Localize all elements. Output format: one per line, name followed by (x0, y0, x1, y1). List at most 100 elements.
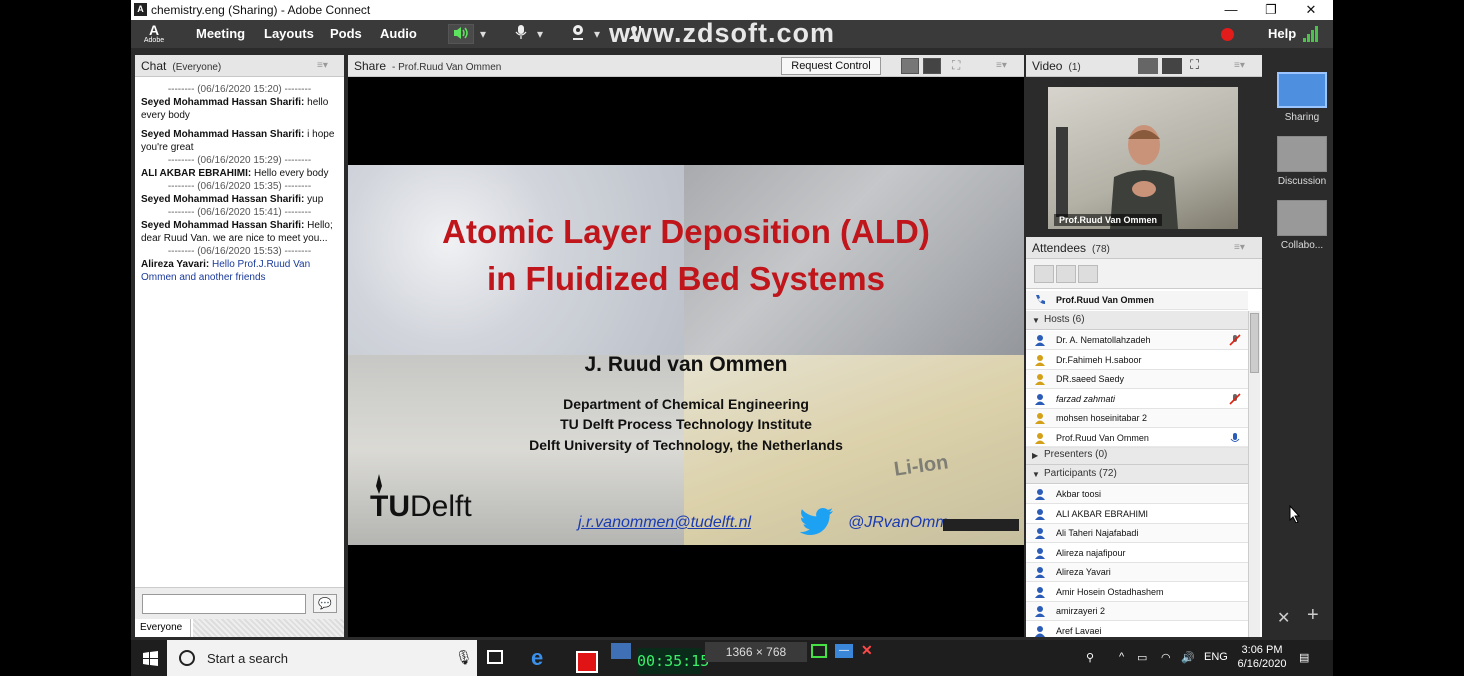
chat-message: Seyed Mohammad Hassan Sharifi: Hello; de… (141, 220, 333, 244)
grid-view-icon[interactable] (1138, 58, 1158, 74)
host-row[interactable]: mohsen hoseinitabar 2 (1026, 409, 1248, 428)
recording-timer: 00:35:15 (637, 648, 709, 674)
wifi-icon[interactable]: ◠ (1161, 651, 1171, 664)
fit-screen-icon[interactable] (923, 58, 941, 74)
fullscreen-icon[interactable]: ⛶ (952, 58, 960, 73)
notifications-icon[interactable]: ▤ (1299, 651, 1309, 664)
participant-icon (1035, 489, 1045, 500)
participant-row[interactable]: Alireza najafipour (1026, 544, 1248, 563)
clock[interactable]: 3:06 PM 6/16/2020 (1237, 643, 1287, 671)
webcam-feed: Prof.Ruud Van Ommen (1048, 87, 1238, 229)
layout-discussion[interactable]: Discussion (1276, 136, 1328, 187)
adobe-logo: A Adobe (143, 22, 165, 44)
pod-options-icon[interactable]: ≡▾ (1234, 60, 1248, 72)
camera-icon[interactable] (611, 643, 631, 659)
slide-title-line1: Atomic Layer Deposition (ALD) (442, 213, 930, 250)
battery-icon[interactable]: ▭ (1137, 651, 1147, 664)
edge-browser-icon[interactable]: e (531, 645, 543, 671)
close-recorder-icon[interactable]: ✕ (861, 642, 877, 658)
chat-tab-everyone[interactable]: Everyone (135, 619, 191, 637)
participant-icon (1035, 625, 1045, 637)
slide-email-link[interactable]: j.r.vanommen@tudelft.nl (578, 514, 751, 532)
cortana-icon (179, 650, 195, 666)
webcam-dropdown-icon[interactable]: ▾ (592, 24, 602, 44)
minimize-button[interactable]: — (1211, 1, 1251, 19)
participant-row[interactable]: Alireza Yavari (1026, 563, 1248, 582)
maximize-button[interactable]: ❐ (1251, 1, 1291, 19)
taskbar-search[interactable]: Start a search 🎙 (167, 640, 477, 676)
record-indicator-icon[interactable] (1221, 28, 1234, 41)
microphone-dropdown-icon[interactable]: ▾ (535, 24, 545, 44)
request-control-button[interactable]: Request Control (781, 57, 881, 75)
list-view-icon[interactable] (1034, 265, 1054, 283)
menu-layouts[interactable]: Layouts (264, 26, 314, 41)
layout-collaboration[interactable]: Collabo... (1276, 200, 1328, 251)
menu-pods[interactable]: Pods (330, 26, 362, 41)
video-pod-header: Video (1) ⛶ ≡▾ (1026, 55, 1262, 77)
fit-width-icon[interactable] (901, 58, 919, 74)
capture-region-icon[interactable] (811, 644, 827, 658)
fullscreen-icon[interactable]: ⛶ (1190, 57, 1199, 73)
volume-icon[interactable]: 🔊 (1181, 651, 1195, 664)
chat-message: Seyed Mohammad Hassan Sharifi: i hope yo… (141, 129, 335, 153)
host-row[interactable]: Dr. A. Nematollahzadeh (1026, 331, 1248, 350)
pod-options-icon[interactable]: ≡▾ (1234, 242, 1248, 254)
participant-row[interactable]: ALI AKBAR EBRAHIMI (1026, 505, 1248, 524)
show-hidden-icons[interactable]: ^ (1119, 651, 1124, 663)
task-view-icon[interactable] (487, 650, 503, 664)
presentation-slide: Li-Ion Atomic Layer Deposition (ALD) in … (348, 165, 1024, 545)
add-layout-icon[interactable]: + (1307, 604, 1319, 627)
participant-row[interactable]: Aref Lavaei (1026, 622, 1248, 641)
scrollbar-thumb[interactable] (1250, 313, 1259, 373)
connection-strength-icon (1303, 26, 1319, 42)
participant-row[interactable]: Ali Taheri Najafabadi (1026, 524, 1248, 543)
windows-taskbar: Start a search 🎙 e 00:35:15 1366 × 768 —… (131, 640, 1333, 676)
tu-delft-logo: TUDelft (370, 474, 472, 524)
filmstrip-view-icon[interactable] (1162, 58, 1182, 74)
slide-university: Delft University of Technology, the Neth… (529, 437, 843, 453)
attendees-scrollbar[interactable] (1248, 311, 1260, 637)
minimize-recorder-icon[interactable]: — (835, 644, 853, 658)
microphone-icon[interactable] (511, 24, 531, 44)
host-row[interactable]: Prof.Ruud Van Ommen (1026, 429, 1248, 448)
participant-row[interactable]: Amir Hosein Ostadhashem (1026, 583, 1248, 602)
pod-options-icon[interactable]: ≡▾ (996, 60, 1010, 72)
close-layouts-icon[interactable]: ✕ (1277, 608, 1290, 628)
webcam-icon[interactable] (568, 24, 588, 44)
host-row[interactable]: DR.saeed Saedy (1026, 370, 1248, 389)
share-pod-header: Share - Prof.Ruud Van Ommen Request Contr… (348, 55, 1024, 77)
menu-meeting[interactable]: Meeting (196, 26, 245, 41)
close-button[interactable]: ✕ (1291, 1, 1331, 19)
status-view-icon[interactable] (1078, 265, 1098, 283)
share-title: Share (354, 59, 387, 73)
windows-start-icon[interactable] (143, 651, 158, 666)
stop-recording-icon[interactable] (576, 651, 598, 673)
share-presenter: - Prof.Ruud Van Ommen (392, 62, 502, 73)
language-indicator[interactable]: ENG (1204, 651, 1228, 663)
microphone-icon[interactable]: 🎙 (455, 649, 473, 666)
menu-audio[interactable]: Audio (380, 26, 417, 41)
participant-row[interactable]: Akbar toosi (1026, 485, 1248, 504)
host-row[interactable]: farzad zahmati (1026, 390, 1248, 409)
hosts-group[interactable]: ▼ Hosts (6) (1026, 311, 1248, 330)
adobe-connect-window: A chemistry.eng (Sharing) - Adobe Connec… (131, 0, 1333, 676)
pod-options-icon[interactable]: ≡▾ (317, 60, 331, 72)
breakout-view-icon[interactable] (1056, 265, 1076, 283)
help-menu[interactable]: Help (1268, 26, 1296, 41)
presenters-group[interactable]: ▶ Presenters (0) (1026, 446, 1248, 465)
participant-icon (1035, 567, 1045, 578)
chat-scope: (Everyone) (172, 62, 222, 73)
layout-sharing[interactable]: Sharing (1276, 72, 1328, 123)
speaker-dropdown-icon[interactable]: ▾ (478, 24, 488, 44)
people-icon[interactable]: ⚲ (1086, 651, 1094, 664)
presenter-row[interactable]: Prof.Ruud Van Ommen (1026, 291, 1248, 310)
capture-resolution: 1366 × 768 (705, 642, 807, 662)
participant-row[interactable]: amirzayeri 2 (1026, 602, 1248, 621)
host-row[interactable]: Dr.Fahimeh H.saboor (1026, 351, 1248, 370)
chat-messages: -------- (06/16/2020 15:20) -------- Sey… (135, 77, 344, 587)
attendee-name: amirzayeri 2 (1056, 606, 1106, 616)
chat-input[interactable] (142, 594, 306, 614)
speaker-icon[interactable] (448, 24, 474, 44)
send-message-icon[interactable]: 💬 (313, 594, 337, 613)
participants-group[interactable]: ▼ Participants (72) (1026, 465, 1248, 484)
